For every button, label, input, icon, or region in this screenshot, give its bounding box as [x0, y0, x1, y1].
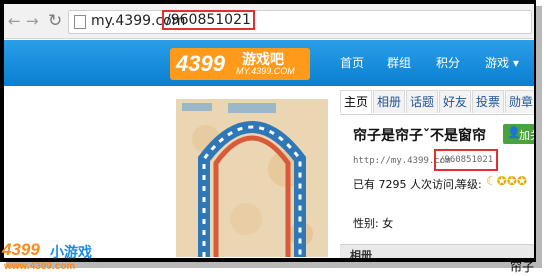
album-section-header: 相册 [340, 244, 534, 262]
nav-groups[interactable]: 群组 [387, 54, 411, 71]
profile-artwork [176, 99, 328, 257]
back-arrow-icon[interactable]: ← [8, 13, 21, 29]
visit-count: 已有 7295 人次访问, [353, 178, 458, 191]
tab-topics[interactable]: 话题 [406, 90, 438, 113]
caption-text: 帘子 [510, 260, 535, 274]
watermark-text: 小游戏 [50, 245, 92, 261]
add-friend-button[interactable]: 👤 加关 [503, 124, 534, 144]
nav-home[interactable]: 首页 [340, 54, 364, 71]
nav-games[interactable]: 游戏 ▾ [485, 54, 519, 71]
site-logo[interactable]: 4399 游戏吧 MY.4399.COM [170, 48, 310, 80]
url-input[interactable]: my.4399.com /960851021 [68, 10, 532, 34]
level-label: 等级: [456, 178, 482, 191]
site-nav-bar: 4399 游戏吧 MY.4399.COM 首页 群组 积分 游戏 ▾ [4, 40, 534, 86]
logo-number: 4399 [176, 51, 225, 76]
reload-icon[interactable]: ↻ [48, 11, 62, 31]
watermark-logo: 4399 小游戏 www.4399.com [2, 240, 112, 274]
browser-window: ← → ↻ my.4399.com /960851021 4399 游戏吧 MY… [0, 0, 536, 262]
tab-votes[interactable]: 投票 [472, 90, 504, 113]
profile-username: 帘子是帘子ˇ不是窗帘 [353, 128, 486, 144]
tab-friends[interactable]: 好友 [439, 90, 471, 113]
watermark-number: 4399 [2, 240, 40, 259]
page-icon [74, 15, 86, 29]
add-friend-label: 加关 [519, 129, 534, 142]
section-label: 相册 [350, 249, 372, 262]
tab-medals[interactable]: 勋章 [505, 90, 534, 113]
level-star-icon: ☾✪✪✪ [486, 174, 527, 188]
profile-url-id-highlight: /960851021 [434, 149, 499, 171]
profile-image [176, 99, 328, 257]
logo-domain: MY.4399.COM [236, 66, 295, 76]
gender-info: 性别: 女 [353, 217, 394, 230]
forward-arrow-icon[interactable]: → [26, 13, 39, 29]
nav-points[interactable]: 积分 [436, 54, 460, 71]
address-bar: ← → ↻ my.4399.com /960851021 [4, 4, 534, 39]
profile-tabs: 主页 相册 话题 好友 投票 勋章 [340, 90, 534, 115]
url-path-highlight: /960851021 [162, 10, 255, 30]
tab-album[interactable]: 相册 [373, 90, 405, 113]
watermark-domain: www.4399.com [4, 261, 76, 272]
tab-home[interactable]: 主页 [340, 90, 372, 113]
